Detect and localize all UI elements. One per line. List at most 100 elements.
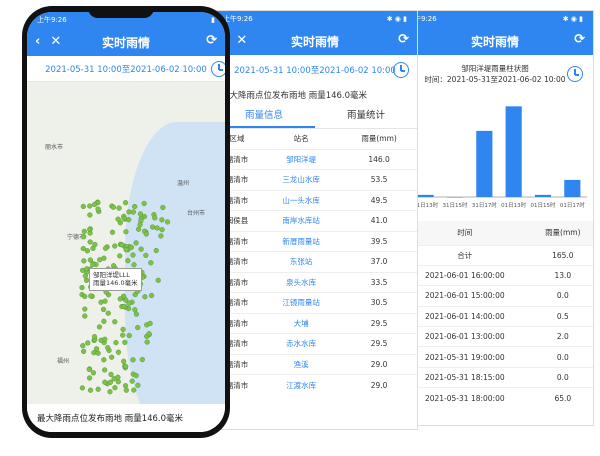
station-point[interactable]	[160, 204, 166, 211]
station-point[interactable]	[82, 313, 88, 319]
station-point[interactable]	[119, 242, 125, 248]
station-point[interactable]	[131, 262, 137, 268]
station-point[interactable]	[147, 320, 153, 327]
chart-bar[interactable]	[476, 130, 493, 197]
station-point[interactable]	[107, 379, 113, 385]
station-point[interactable]	[107, 389, 113, 395]
table-row[interactable]: 福清市 渔溪 29.0	[213, 353, 417, 375]
station-point[interactable]	[102, 298, 108, 304]
table-row[interactable]: 福清市 泉头水库 33.5	[213, 271, 417, 293]
station-point[interactable]	[102, 367, 108, 373]
station-cell[interactable]: 大埔	[261, 312, 342, 334]
station-point[interactable]	[164, 219, 171, 225]
station-point[interactable]	[148, 292, 155, 299]
station-cell[interactable]: 江渡水库	[261, 374, 342, 395]
station-cell[interactable]: 赤水水库	[261, 333, 342, 354]
station-point[interactable]	[80, 343, 86, 349]
station-point[interactable]	[113, 339, 119, 346]
refresh-icon[interactable]: ⟳	[398, 32, 409, 47]
station-point[interactable]	[108, 371, 114, 378]
station-cell[interactable]: 山一头水库	[261, 189, 342, 211]
station-point[interactable]	[102, 379, 108, 385]
station-point[interactable]	[81, 228, 87, 234]
station-point[interactable]	[132, 203, 138, 210]
station-point[interactable]	[152, 215, 158, 221]
station-point[interactable]	[79, 285, 85, 291]
station-point[interactable]	[90, 370, 97, 376]
station-point[interactable]	[120, 326, 126, 333]
station-point[interactable]	[120, 332, 126, 338]
station-point[interactable]	[80, 348, 87, 354]
station-cell[interactable]: 南岸水库站	[261, 210, 342, 231]
date-range-bar[interactable]: 2021-05-31 10:00至2021-06-02 10:00	[27, 56, 225, 82]
date-range-bar[interactable]: 2021-05-31 10:00至2021-06-02 10:00	[213, 55, 417, 85]
station-point[interactable]	[133, 240, 139, 246]
station-point[interactable]	[122, 200, 129, 206]
station-point[interactable]	[135, 226, 142, 232]
station-point[interactable]	[121, 215, 127, 221]
station-point[interactable]	[112, 319, 118, 325]
station-point[interactable]	[105, 310, 111, 316]
station-point[interactable]	[112, 385, 118, 391]
station-cell[interactable]: 江镜雨量站	[261, 292, 342, 313]
station-point[interactable]	[102, 245, 109, 251]
station-point[interactable]	[148, 260, 154, 266]
refresh-icon[interactable]: ⟳	[574, 32, 585, 47]
station-point[interactable]	[87, 239, 93, 245]
station-point[interactable]	[87, 226, 93, 232]
station-point[interactable]	[130, 252, 136, 258]
station-cell[interactable]: 渔溪	[261, 353, 342, 375]
station-point[interactable]	[123, 247, 129, 253]
station-point[interactable]	[144, 339, 150, 345]
station-point[interactable]	[154, 225, 160, 231]
station-point[interactable]	[102, 336, 108, 342]
station-point[interactable]	[158, 233, 164, 239]
station-point[interactable]	[131, 387, 137, 393]
station-point[interactable]	[101, 318, 107, 324]
station-point[interactable]	[112, 243, 118, 249]
station-point[interactable]	[95, 350, 101, 356]
table-row[interactable]: 福清市 东张站 37.0	[213, 251, 417, 272]
station-point[interactable]	[123, 229, 129, 235]
chart-bar[interactable]	[534, 194, 552, 197]
station-point[interactable]	[126, 209, 132, 215]
station-point[interactable]	[123, 297, 129, 303]
station-point[interactable]	[82, 273, 88, 279]
station-point[interactable]	[115, 379, 121, 385]
station-point[interactable]	[155, 277, 161, 283]
station-point[interactable]	[143, 252, 149, 258]
station-point[interactable]	[85, 340, 91, 346]
station-point[interactable]	[79, 385, 85, 391]
table-row[interactable]: 福清市 江渡水库 29.0	[213, 374, 417, 395]
station-point[interactable]	[91, 334, 98, 340]
station-point[interactable]	[153, 247, 159, 254]
station-cell[interactable]: 邹阳洋堤	[261, 148, 342, 170]
station-point[interactable]	[115, 216, 121, 222]
clock-icon[interactable]	[393, 62, 409, 78]
station-cell[interactable]: 新厝雨量站	[261, 230, 342, 252]
station-point[interactable]	[133, 311, 140, 317]
station-point[interactable]	[86, 366, 92, 373]
station-point[interactable]	[128, 244, 134, 250]
station-point[interactable]	[87, 387, 94, 393]
station-point[interactable]	[91, 350, 97, 356]
station-point[interactable]	[123, 387, 129, 393]
station-point[interactable]	[121, 358, 127, 364]
station-point[interactable]	[126, 217, 132, 223]
station-point[interactable]	[92, 201, 98, 208]
station-point[interactable]	[135, 382, 141, 388]
station-point[interactable]	[82, 306, 88, 312]
station-point[interactable]	[86, 375, 93, 381]
station-point[interactable]	[123, 363, 129, 370]
station-point[interactable]	[142, 294, 148, 300]
table-row[interactable]: 闽侯县 南岸水库站 41.0	[213, 210, 417, 231]
station-point[interactable]	[149, 224, 156, 230]
station-point[interactable]	[87, 212, 93, 218]
station-point[interactable]	[129, 378, 135, 384]
station-point[interactable]	[137, 222, 143, 228]
station-point[interactable]	[109, 229, 116, 235]
tab-rain-stats[interactable]: 雨量统计	[315, 105, 417, 128]
clock-icon[interactable]	[567, 66, 583, 82]
station-point[interactable]	[81, 234, 87, 240]
station-cell[interactable]: 三龙山水库	[261, 169, 342, 190]
